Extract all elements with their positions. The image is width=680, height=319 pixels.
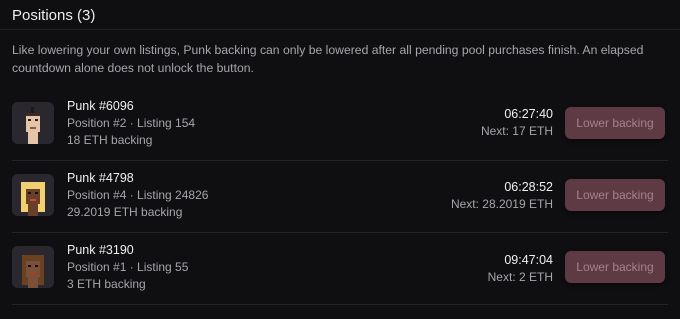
lower-backing-button[interactable]: Lower backing <box>565 107 665 139</box>
position-row: Punk #3190 Position #1 · Listing 55 3 ET… <box>12 232 668 305</box>
backing-amount: 3 ETH backing <box>67 277 146 291</box>
punk-6096-image <box>12 102 54 144</box>
backing-amount: 29.2019 ETH backing <box>67 205 183 219</box>
countdown-block: 09:47:04 Next: 2 ETH <box>488 252 553 286</box>
title-divider <box>0 29 680 30</box>
countdown-time: 06:27:40 <box>504 107 553 121</box>
countdown-block: 06:27:40 Next: 17 ETH <box>481 106 553 140</box>
position-info: Punk #4798 Position #4 · Listing 24826 2… <box>67 170 208 221</box>
countdown-time: 06:28:52 <box>504 180 553 194</box>
lower-backing-button[interactable]: Lower backing <box>565 179 665 211</box>
backing-notice: Like lowering your own listings, Punk ba… <box>12 43 644 75</box>
position-row: Punk #6096 Position #2 · Listing 154 18 … <box>12 88 668 161</box>
punk-avatar <box>12 102 54 144</box>
punk-name: Punk #3190 <box>67 243 134 257</box>
position-listing: Position #4 · Listing 24826 <box>67 188 209 202</box>
next-backing: Next: 17 ETH <box>480 124 553 138</box>
positions-title: Positions (3) <box>12 7 96 24</box>
punk-3190-image <box>12 246 54 288</box>
next-backing: Next: 28.2019 ETH <box>450 197 553 211</box>
punk-avatar <box>12 174 54 216</box>
positions-panel: Positions (3) Like lowering your own lis… <box>0 0 680 319</box>
position-listing: Position #2 · Listing 154 <box>67 116 196 130</box>
lower-backing-button[interactable]: Lower backing <box>565 251 665 283</box>
backing-amount: 18 ETH backing <box>67 133 153 147</box>
position-info: Punk #3190 Position #1 · Listing 55 3 ET… <box>67 242 188 293</box>
next-backing: Next: 2 ETH <box>487 270 553 284</box>
punk-avatar <box>12 246 54 288</box>
punk-name: Punk #4798 <box>67 171 134 185</box>
position-info: Punk #6096 Position #2 · Listing 154 18 … <box>67 98 195 149</box>
punk-4798-image <box>12 174 54 216</box>
countdown-time: 09:47:04 <box>504 253 553 267</box>
position-listing: Position #1 · Listing 55 <box>67 260 189 274</box>
punk-name: Punk #6096 <box>67 99 134 113</box>
countdown-block: 06:28:52 Next: 28.2019 ETH <box>451 179 553 213</box>
position-row: Punk #4798 Position #4 · Listing 24826 2… <box>12 160 668 233</box>
